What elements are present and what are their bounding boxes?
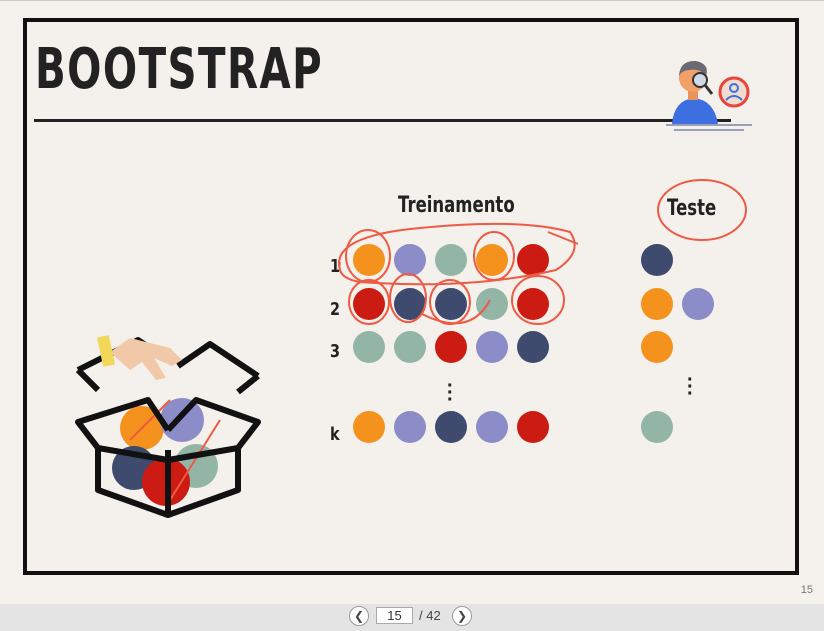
row-label: k (330, 424, 340, 445)
train-sample-lavender (394, 244, 426, 276)
train-sample-lavender (394, 411, 426, 443)
train-sample-navy (517, 331, 549, 363)
test-sample-navy (641, 244, 673, 276)
detective-illustration (666, 60, 752, 131)
train-sample-lavender (476, 331, 508, 363)
next-page-button[interactable]: ❯ (452, 606, 472, 626)
training-header: Treinamento (398, 193, 515, 218)
train-sample-red (517, 411, 549, 443)
slide-title: BOOTSTRAP (35, 37, 324, 102)
chevron-right-icon: ❯ (456, 609, 468, 623)
train-sample-red (435, 331, 467, 363)
train-sample-navy (394, 288, 426, 320)
row-label: 2 (330, 299, 341, 320)
title-underline (34, 119, 731, 122)
train-sample-orange (476, 244, 508, 276)
page-total-label: / 42 (419, 608, 441, 623)
train-sample-red (517, 288, 549, 320)
ellipsis-dots: · · · (687, 369, 694, 405)
test-sample-orange (641, 288, 673, 320)
train-sample-lavender (476, 411, 508, 443)
train-sample-sage (476, 288, 508, 320)
train-sample-orange (353, 411, 385, 443)
train-sample-red (517, 244, 549, 276)
train-sample-red (353, 288, 385, 320)
row-label: 3 (330, 341, 341, 362)
train-sample-orange (353, 244, 385, 276)
ellipsis-dots: · · · (447, 375, 454, 411)
test-sample-lavender (682, 288, 714, 320)
train-sample-sage (353, 331, 385, 363)
slide-page-number: 15 (800, 584, 813, 596)
chevron-left-icon: ❮ (353, 609, 365, 623)
test-sample-orange (641, 331, 673, 363)
train-sample-navy (435, 288, 467, 320)
train-sample-navy (435, 411, 467, 443)
test-header: Teste (667, 196, 717, 221)
test-sample-sage (641, 411, 673, 443)
page-number-input[interactable] (376, 607, 413, 624)
row-label: 1 (330, 256, 341, 277)
bootstrap-box-illustration (75, 335, 261, 518)
train-sample-sage (435, 244, 467, 276)
train-sample-sage (394, 331, 426, 363)
previous-page-button[interactable]: ❮ (349, 606, 369, 626)
top-divider (0, 0, 824, 1)
